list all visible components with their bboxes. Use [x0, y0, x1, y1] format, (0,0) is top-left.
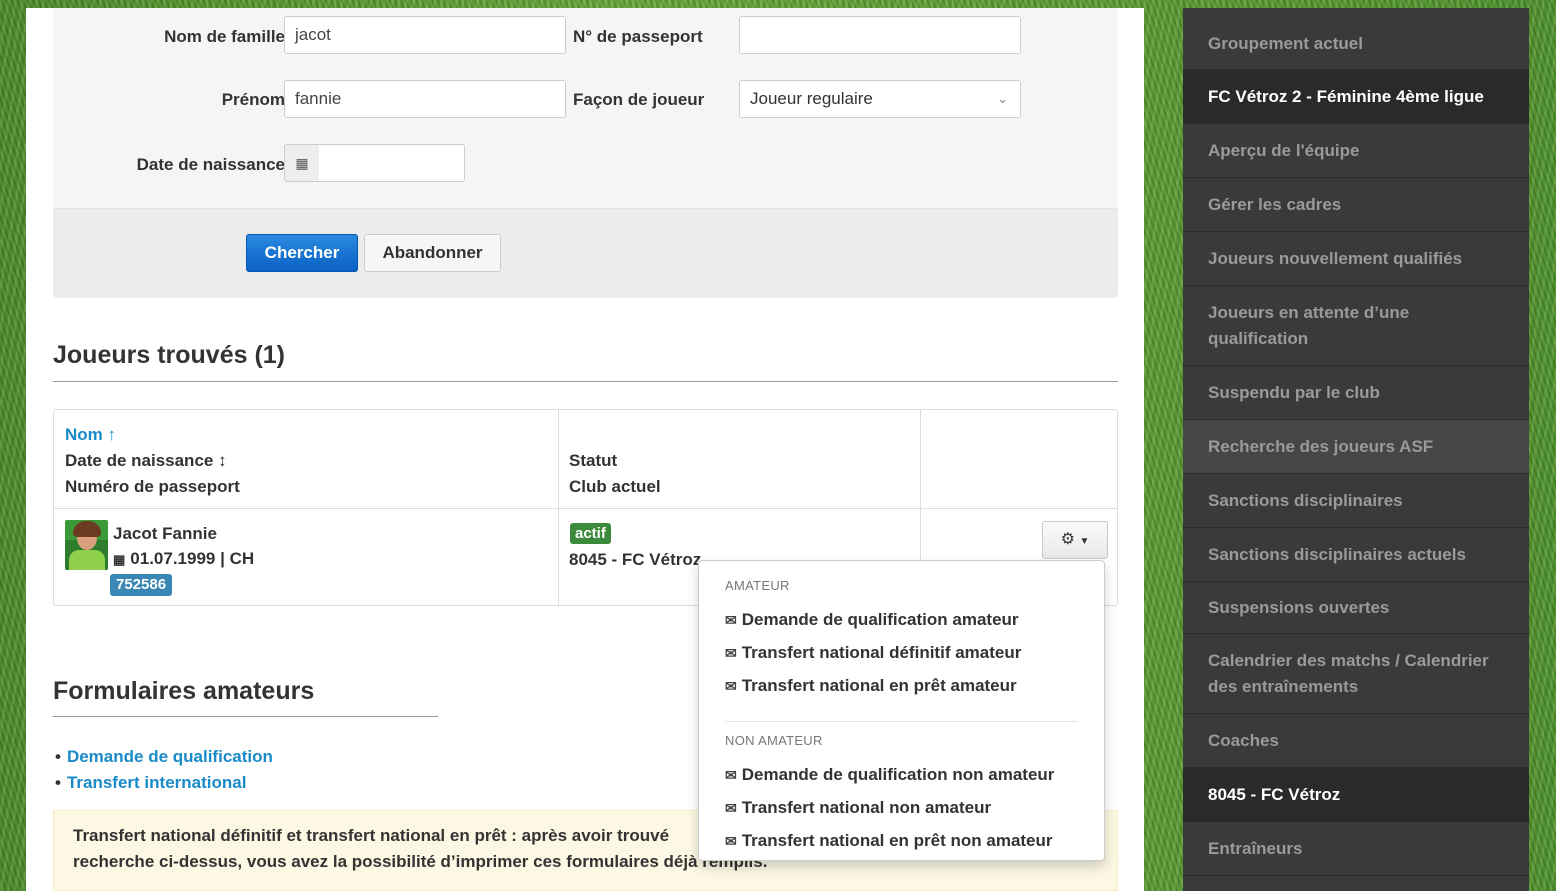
sidebar-item[interactable]: Recherche des joueurs ASF — [1183, 420, 1529, 474]
link-demande-qualification[interactable]: Demande de qualification — [67, 747, 273, 766]
header-passeport: Numéro de passeport — [65, 477, 240, 496]
forms-divider — [53, 716, 438, 717]
menu-item-transfert-non-amateur[interactable]: ✉ Transfert national non amateur — [725, 798, 991, 818]
forms-title: Formulaires amateurs — [53, 677, 315, 705]
main-content: Nom de famille jacot N° de passeport Pré… — [26, 8, 1144, 891]
nom-label: Nom de famille — [164, 27, 285, 46]
envelope-icon: ✉ — [725, 645, 737, 661]
naissance-label: Date de naissance — [136, 155, 285, 174]
envelope-icon: ✉ — [725, 612, 737, 628]
facon-label: Façon de joueur — [573, 90, 705, 109]
sidebar-item-label: 8045 - FC Vétroz — [1208, 784, 1341, 804]
sidebar-item-label: Recherche des joueurs ASF — [1208, 436, 1434, 456]
sidebar-item[interactable]: Suspensions ouvertes — [1183, 582, 1529, 634]
dropdown-header-non-amateur: NON AMATEUR — [725, 733, 823, 748]
sort-naissance-link[interactable]: Date de naissance ↕ — [65, 451, 227, 471]
facon-select[interactable]: Joueur regulaire ⌄ — [739, 80, 1021, 118]
envelope-icon: ✉ — [725, 678, 737, 694]
sidebar-item[interactable]: Sanctions disciplinaires actuels — [1183, 528, 1529, 582]
sidebar-item[interactable]: Groupement actuel — [1183, 8, 1529, 70]
list-item[interactable]: • Demande de qualification — [53, 744, 273, 770]
menu-item-qualification-non-amateur[interactable]: ✉ Demande de qualification non amateur — [725, 765, 1054, 785]
sidebar-item-label: Suspensions ouvertes — [1208, 597, 1390, 617]
calendar-icon: ▦ — [113, 552, 126, 567]
sidebar-item-label: Calendrier des matchs / Calendrier des e… — [1208, 650, 1489, 696]
menu-item-qualification-amateur[interactable]: ✉ Demande de qualification amateur — [725, 610, 1019, 630]
nom-input[interactable]: jacot — [284, 16, 566, 54]
menu-item-transfert-pret-non-amateur[interactable]: ✉ Transfert national en prêt non amateur — [725, 831, 1053, 851]
calendar-icon[interactable]: ▦ — [284, 144, 320, 182]
passport-badge: 752586 — [110, 574, 173, 596]
sort-nom-link[interactable]: Nom ↑ — [65, 425, 116, 445]
dropdown-header-amateur: AMATEUR — [725, 578, 790, 593]
facon-value: Joueur regulaire — [750, 89, 873, 108]
naissance-input[interactable] — [319, 144, 465, 182]
sidebar-item[interactable]: Joueurs en attente d’une qualification — [1183, 286, 1529, 366]
sidebar-item-label: FC Vétroz 2 - Féminine 4ème ligue — [1208, 86, 1484, 106]
results-divider — [53, 381, 1118, 382]
chevron-down-icon: ⌄ — [997, 91, 1008, 106]
caret-down-icon: ▼ — [1079, 536, 1090, 547]
sidebar-nav: Groupement actuel FC Vétroz 2 - Féminine … — [1183, 8, 1529, 891]
sidebar-item-label: Joueurs en attente d’une qualification — [1208, 302, 1410, 348]
link-transfert-international[interactable]: Transfert international — [67, 773, 246, 792]
sidebar-item-label: Suspendu par le club — [1208, 382, 1380, 402]
sidebar-item-label: Joueurs nouvellement qualifiés — [1208, 248, 1463, 268]
player-club: 8045 - FC Vétroz — [569, 550, 702, 569]
envelope-icon: ✉ — [725, 767, 737, 783]
gear-icon: ⚙ — [1060, 531, 1075, 548]
prenom-input[interactable]: fannie — [284, 80, 566, 118]
player-birth: ▦ 01.07.1999 | CH — [113, 549, 255, 568]
sidebar-item-label: Coaches — [1208, 730, 1279, 750]
sidebar-item[interactable]: Aperçu de l'équipe — [1183, 124, 1529, 178]
avatar — [65, 520, 108, 570]
envelope-icon: ✉ — [725, 833, 737, 849]
prenom-label: Prénom — [221, 90, 285, 109]
player-name[interactable]: Jacot Fannie — [113, 524, 217, 544]
actions-button[interactable]: ⚙ ▼ — [1042, 521, 1108, 559]
sidebar-item-label: Gérer les cadres — [1208, 194, 1342, 214]
sidebar-item[interactable]: Gérer les cadres — [1183, 178, 1529, 232]
sidebar-item-label: Groupement actuel — [1208, 33, 1363, 53]
passeport-input[interactable] — [739, 16, 1021, 54]
sidebar-item[interactable]: FC Vétroz 2 - Féminine 4ème ligue — [1183, 70, 1529, 124]
header-statut: Statut — [569, 451, 618, 470]
envelope-icon: ✉ — [725, 800, 737, 816]
cancel-button[interactable]: Abandonner — [364, 234, 501, 272]
menu-item-transfert-pret-amateur[interactable]: ✉ Transfert national en prêt amateur — [725, 676, 1017, 696]
sidebar-item-label: Sanctions disciplinaires actuels — [1208, 544, 1466, 564]
sidebar-item[interactable]: 8045 - FC Vétroz — [1183, 768, 1529, 822]
menu-item-transfert-definitif-amateur[interactable]: ✉ Transfert national définitif amateur — [725, 643, 1021, 663]
results-title: Joueurs trouvés (1) — [53, 341, 286, 369]
sidebar-item-label: Sanctions disciplinaires — [1208, 490, 1403, 510]
sidebar-item[interactable]: Joueurs nouvellement qualifiés — [1183, 232, 1529, 286]
sidebar-item-label: Aperçu de l'équipe — [1208, 140, 1360, 160]
sidebar-item[interactable]: Entraîneurs — [1183, 822, 1529, 876]
search-footer — [53, 208, 1118, 298]
list-item[interactable]: • Transfert international — [53, 770, 273, 796]
sidebar-item[interactable]: Calendrier des matchs / Calendrier des e… — [1183, 634, 1529, 714]
sidebar-item[interactable]: Suspendu par le club — [1183, 366, 1529, 420]
search-panel: Nom de famille jacot N° de passeport Pré… — [53, 8, 1118, 298]
actions-dropdown-menu: AMATEUR ✉ Demande de qualification amateu… — [698, 560, 1105, 861]
dropdown-divider — [725, 721, 1078, 722]
status-badge: actif — [570, 523, 611, 544]
sidebar-item-label: Entraîneurs — [1208, 838, 1303, 858]
sidebar-item[interactable]: Coaches — [1183, 714, 1529, 768]
header-club: Club actuel — [569, 477, 661, 496]
forms-link-list: • Demande de qualification • Transfert int… — [53, 744, 273, 796]
search-button[interactable]: Chercher — [246, 234, 358, 272]
sidebar-item[interactable]: Sanctions disciplinaires — [1183, 474, 1529, 528]
passeport-label: N° de passeport — [573, 27, 703, 46]
